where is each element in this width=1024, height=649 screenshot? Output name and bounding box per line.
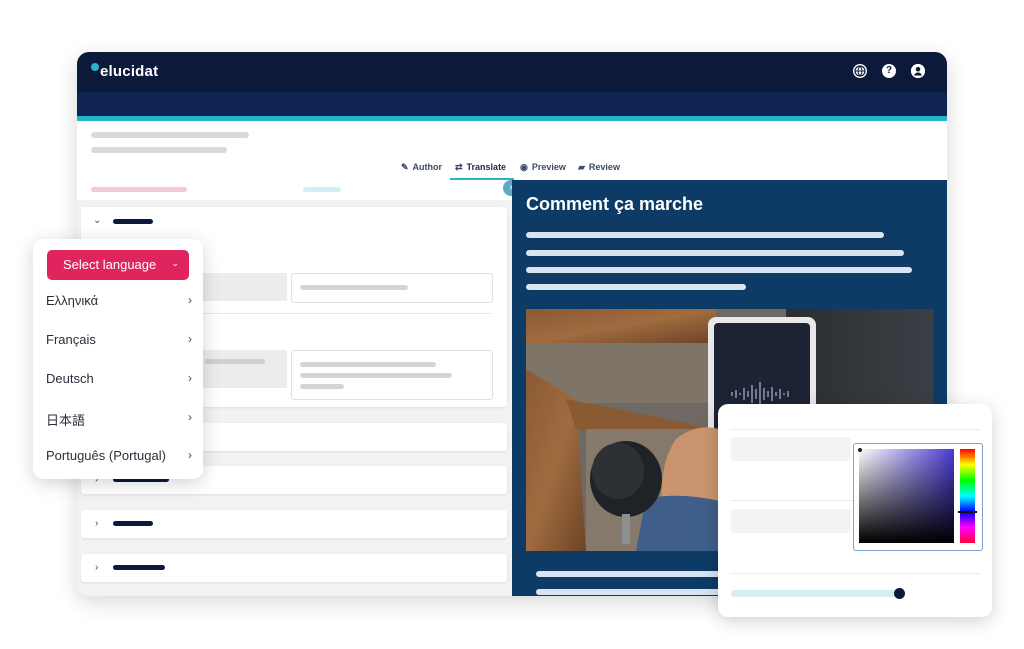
- eye-icon: ◉: [520, 162, 528, 172]
- language-option-portuguese[interactable]: Português (Portugal) ›: [46, 448, 192, 468]
- swap-icon: ⇄: [455, 162, 463, 172]
- title-placeholder: [91, 132, 249, 138]
- chevron-right-icon: ›: [188, 410, 192, 424]
- chevron-right-icon[interactable]: ›: [95, 562, 98, 573]
- text-line: [536, 571, 736, 577]
- logo-text: elucidat: [100, 63, 159, 80]
- secondary-bar: [77, 92, 947, 116]
- globe-icon[interactable]: [853, 64, 867, 78]
- mode-tabs: ✎ Author ⇄ Translate ◉ Preview ▰ Review: [77, 158, 947, 180]
- elucidat-logo[interactable]: elucidat: [91, 63, 158, 80]
- color-settings-card: [718, 404, 992, 617]
- tab-translate[interactable]: ⇄ Translate: [455, 162, 506, 173]
- account-icon[interactable]: [911, 64, 925, 78]
- tab-label: Review: [588, 162, 620, 172]
- tab-label: Translate: [466, 162, 507, 172]
- source-field: [191, 350, 287, 388]
- hue-slider[interactable]: [960, 449, 975, 543]
- chevron-right-icon: ›: [188, 371, 192, 385]
- chevron-right-icon[interactable]: ›: [95, 518, 98, 529]
- section-title-placeholder: [113, 565, 165, 570]
- tab-label: Author: [412, 162, 443, 172]
- translation-field[interactable]: [291, 273, 493, 303]
- preview-heading: Comment ça marche: [526, 194, 704, 214]
- button-label: Select language: [63, 257, 157, 272]
- divider: [730, 573, 980, 574]
- pencil-icon: ✎: [401, 162, 409, 172]
- chevron-down-icon[interactable]: ⌄: [93, 215, 101, 226]
- comment-icon: ▰: [578, 162, 585, 172]
- source-language-placeholder: [91, 187, 187, 192]
- source-field: [191, 273, 287, 301]
- chevron-right-icon: ›: [188, 332, 192, 346]
- section-title-placeholder: [113, 219, 153, 224]
- text-line: [526, 232, 884, 238]
- divider: [191, 313, 491, 314]
- translation-field[interactable]: [291, 350, 493, 400]
- language-dropdown: Select language ⌄ Ελληνικά › Français › De…: [33, 239, 203, 479]
- chevron-down-icon: ⌄: [171, 258, 179, 268]
- language-option-greek[interactable]: Ελληνικά ›: [46, 293, 192, 313]
- chevron-right-icon: ›: [188, 293, 192, 307]
- language-label: 日本語: [46, 413, 86, 428]
- text-line: [526, 284, 746, 290]
- help-icon[interactable]: ?: [882, 64, 896, 78]
- subtitle-placeholder: [91, 147, 227, 153]
- hue-slider-handle[interactable]: [958, 511, 977, 513]
- text-line: [526, 267, 912, 273]
- tab-preview[interactable]: ◉ Preview: [520, 162, 566, 173]
- tab-label: Preview: [531, 162, 566, 172]
- language-label: Deutsch: [46, 371, 94, 386]
- language-option-german[interactable]: Deutsch ›: [46, 371, 192, 391]
- color-picker[interactable]: [853, 443, 983, 551]
- section-title-placeholder: [113, 521, 153, 526]
- target-language-placeholder: [303, 187, 341, 192]
- setting-placeholder: [731, 509, 851, 533]
- collapsed-section[interactable]: ›: [81, 510, 507, 538]
- opacity-slider-thumb[interactable]: [894, 588, 905, 599]
- tab-review[interactable]: ▰ Review: [578, 162, 620, 173]
- tab-author[interactable]: ✎ Author: [401, 162, 442, 173]
- language-label: Português (Portugal): [46, 448, 166, 463]
- top-bar: elucidat ?: [77, 52, 947, 92]
- color-picker-handle[interactable]: [858, 448, 862, 452]
- chevron-right-icon: ›: [188, 448, 192, 462]
- language-label: Français: [46, 332, 96, 347]
- accent-line: [77, 116, 947, 121]
- logo-dot-icon: [91, 63, 99, 71]
- divider: [730, 429, 980, 430]
- language-option-french[interactable]: Français ›: [46, 332, 192, 352]
- setting-placeholder: [731, 437, 851, 461]
- text-line: [526, 250, 904, 256]
- language-option-japanese[interactable]: 日本語 ›: [46, 410, 192, 430]
- saturation-value-area[interactable]: [859, 449, 954, 543]
- collapsed-section[interactable]: ›: [81, 554, 507, 582]
- opacity-slider[interactable]: [731, 590, 901, 597]
- language-label: Ελληνικά: [46, 293, 99, 308]
- select-language-button[interactable]: Select language ⌄: [47, 250, 189, 280]
